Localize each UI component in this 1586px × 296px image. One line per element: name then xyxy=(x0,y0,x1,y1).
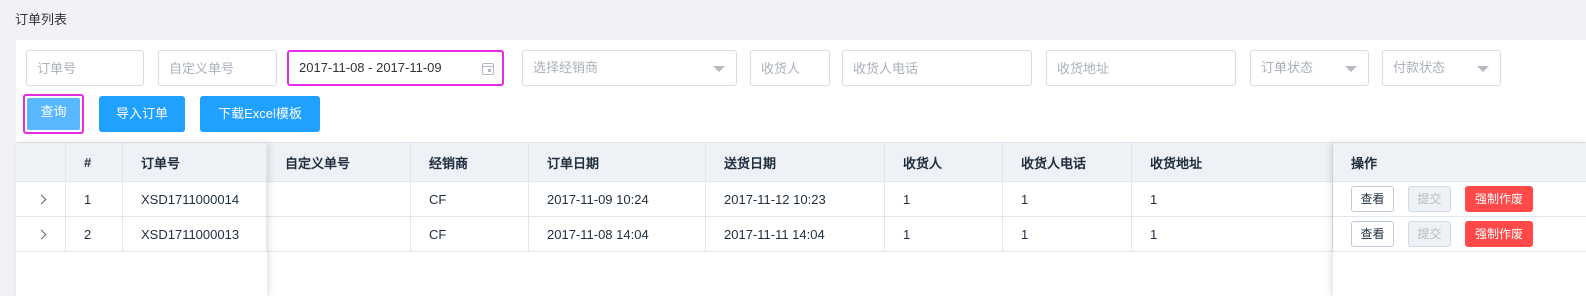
cell-order-date: 2017-11-09 10:24 xyxy=(529,182,706,216)
order-no-input[interactable] xyxy=(26,50,144,86)
cell-receiver: 1 xyxy=(885,182,1003,216)
col-header-order-no: 订单号 xyxy=(123,143,267,181)
cell-receiver-address: 1 xyxy=(1132,182,1333,216)
col-header-delivery-date: 送货日期 xyxy=(706,143,885,181)
cell-delivery-date: 2017-11-12 10:23 xyxy=(706,182,885,216)
row-expand-toggle[interactable] xyxy=(16,217,66,251)
table-row: 2 XSD1711000013 CF 2017-11-08 14:04 2017… xyxy=(16,217,1586,252)
col-header-dealer: 经销商 xyxy=(411,143,529,181)
submit-button[interactable]: 提交 xyxy=(1408,186,1451,212)
receiver-phone-input[interactable] xyxy=(842,50,1032,86)
cell-operations: 查看 提交 强制作废 xyxy=(1333,217,1586,251)
cell-dealer: CF xyxy=(411,182,529,216)
payment-status-placeholder: 付款状态 xyxy=(1393,60,1446,75)
view-button[interactable]: 查看 xyxy=(1351,221,1394,247)
view-button[interactable]: 查看 xyxy=(1351,186,1394,212)
orders-table: # 订单号 自定义单号 经销商 订单日期 送货日期 收货人 收货人电话 收货地址… xyxy=(16,142,1586,296)
dealer-select-placeholder: 选择经销商 xyxy=(533,60,599,75)
cell-receiver-phone: 1 xyxy=(1003,217,1132,251)
col-header-receiver-address: 收货地址 xyxy=(1132,143,1333,181)
cell-receiver-phone: 1 xyxy=(1003,182,1132,216)
order-list-panel: 2017-11-08 - 2017-11-09 选择经销商 订单状态 付款状态 … xyxy=(16,40,1586,296)
force-void-button[interactable]: 强制作废 xyxy=(1465,186,1533,212)
calendar-icon[interactable] xyxy=(482,63,494,75)
col-header-custom-no: 自定义单号 xyxy=(267,143,411,181)
cell-order-date: 2017-11-08 14:04 xyxy=(529,217,706,251)
chevron-right-icon[interactable] xyxy=(36,229,47,239)
dealer-select[interactable]: 选择经销商 xyxy=(522,50,737,86)
download-excel-template-button[interactable]: 下载Excel模板 xyxy=(200,96,320,132)
row-expand-toggle[interactable] xyxy=(16,182,66,216)
submit-button[interactable]: 提交 xyxy=(1408,221,1451,247)
cell-order-no: XSD1711000013 xyxy=(123,217,267,251)
col-header-receiver: 收货人 xyxy=(885,143,1003,181)
col-header-operations: 操作 xyxy=(1351,155,1378,171)
import-orders-button[interactable]: 导入订单 xyxy=(99,96,185,132)
chevron-down-icon xyxy=(1477,66,1489,72)
expand-column-header xyxy=(16,143,66,181)
cell-index: 1 xyxy=(66,182,123,216)
page-title: 订单列表 xyxy=(15,12,68,27)
query-button[interactable]: 查询 xyxy=(23,94,84,134)
force-void-button[interactable]: 强制作废 xyxy=(1465,221,1533,247)
date-range-picker[interactable]: 2017-11-08 - 2017-11-09 xyxy=(287,50,504,86)
order-status-placeholder: 订单状态 xyxy=(1261,60,1314,75)
query-button-label: 查询 xyxy=(27,98,80,130)
table-header: # 订单号 自定义单号 经销商 订单日期 送货日期 收货人 收货人电话 收货地址… xyxy=(16,143,1586,182)
cell-dealer: CF xyxy=(411,217,529,251)
col-header-receiver-phone: 收货人电话 xyxy=(1003,143,1132,181)
cell-index: 2 xyxy=(66,217,123,251)
cell-order-no: XSD1711000014 xyxy=(123,182,267,216)
cell-delivery-date: 2017-11-11 14:04 xyxy=(706,217,885,251)
date-range-value: 2017-11-08 - 2017-11-09 xyxy=(299,60,442,75)
payment-status-select[interactable]: 付款状态 xyxy=(1382,50,1501,86)
chevron-right-icon[interactable] xyxy=(36,194,47,204)
receiver-input[interactable] xyxy=(750,50,830,86)
chevron-down-icon xyxy=(1345,66,1357,72)
chevron-down-icon xyxy=(713,66,725,72)
cell-operations: 查看 提交 强制作废 xyxy=(1333,182,1586,216)
col-header-index: # xyxy=(66,143,123,181)
custom-no-input[interactable] xyxy=(158,50,277,86)
cell-receiver: 1 xyxy=(885,217,1003,251)
receiver-address-input[interactable] xyxy=(1046,50,1236,86)
cell-receiver-address: 1 xyxy=(1132,217,1333,251)
cell-custom-no xyxy=(267,182,411,216)
order-status-select[interactable]: 订单状态 xyxy=(1250,50,1369,86)
cell-custom-no xyxy=(267,217,411,251)
table-row: 1 XSD1711000014 CF 2017-11-09 10:24 2017… xyxy=(16,182,1586,217)
col-header-order-date: 订单日期 xyxy=(529,143,706,181)
